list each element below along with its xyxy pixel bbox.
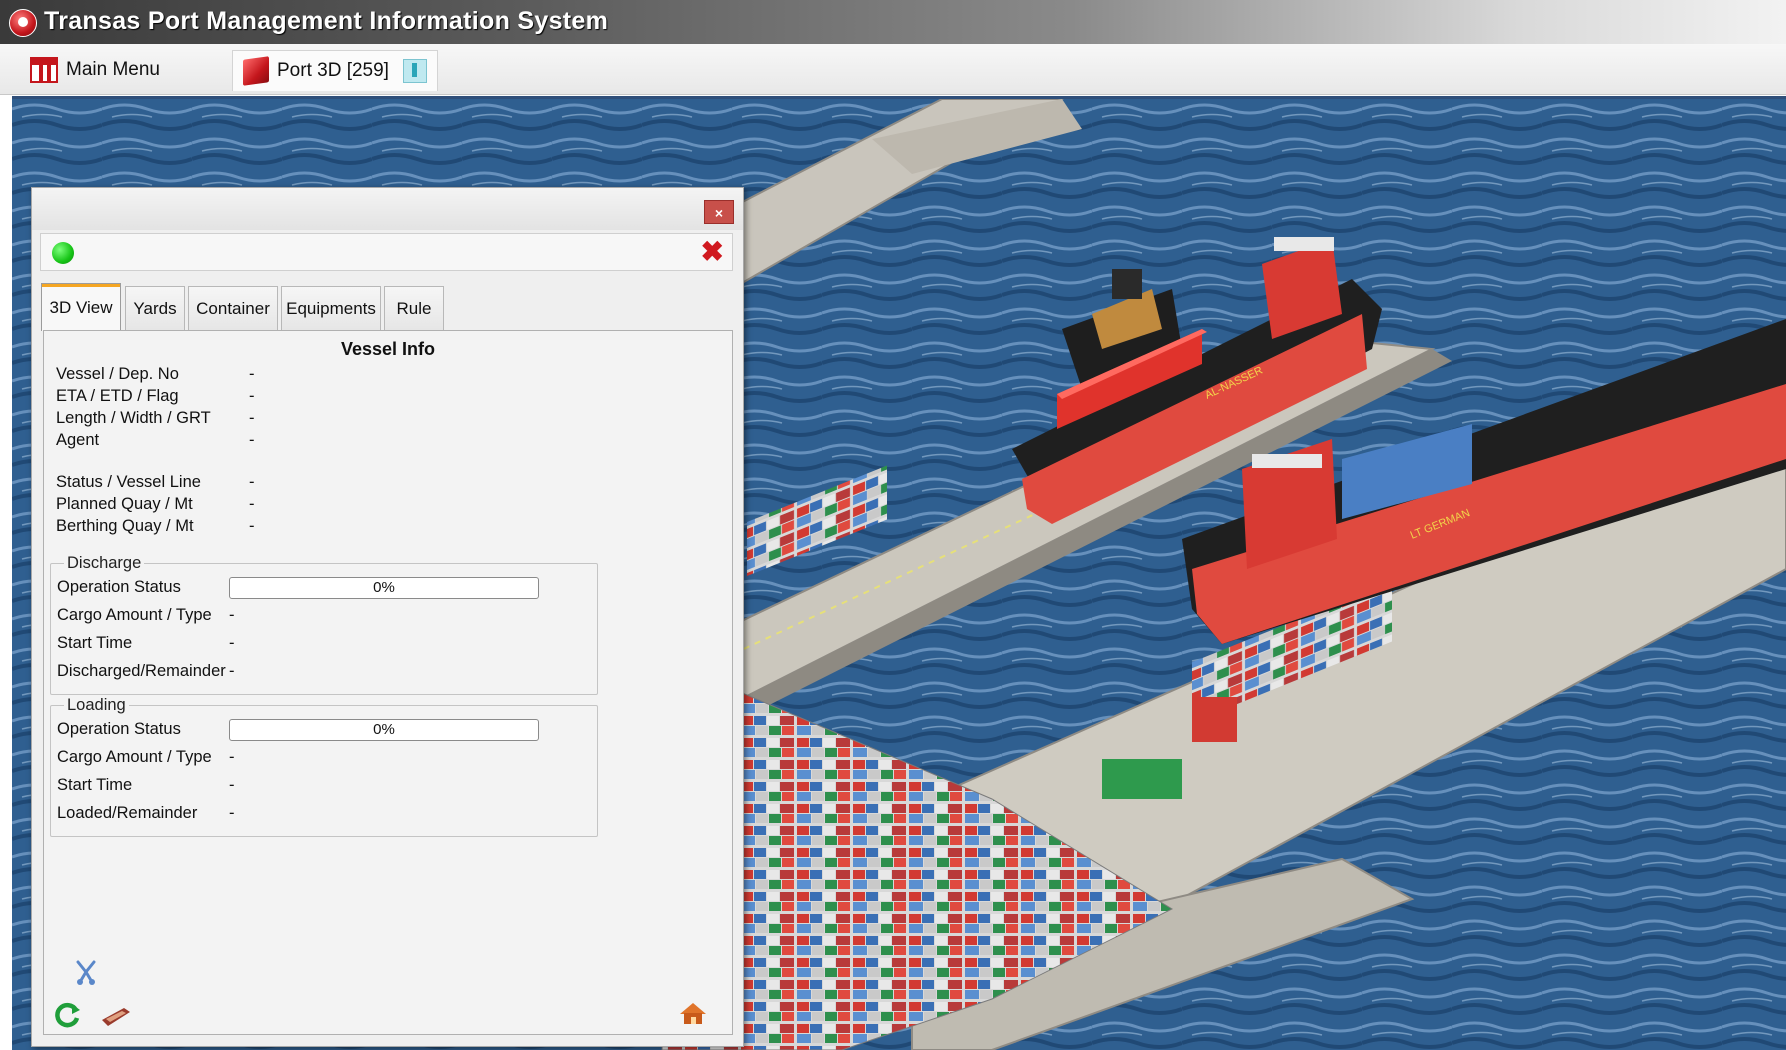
agent-label: Agent [56, 431, 100, 449]
loaded-remainder-label: Loaded/Remainder [57, 804, 198, 822]
window-title: Transas Port Management Information Syst… [44, 7, 609, 35]
tab-3d-view[interactable]: 3D View [41, 283, 121, 331]
loading-operation-status-label: Operation Status [57, 720, 181, 738]
discharge-group: Discharge Operation Status 0% Cargo Amou… [50, 554, 598, 695]
discharge-start-time-label: Start Time [57, 634, 133, 652]
discharged-remainder-label: Discharged/Remainder [57, 662, 226, 680]
document-tab-strip: Main Menu Port 3D [259] [0, 44, 1786, 95]
loading-start-time-label: Start Time [57, 776, 133, 794]
main-menu-icon [30, 57, 58, 83]
ship-icon[interactable] [100, 1004, 132, 1028]
status-vessel-line-value: - [249, 473, 255, 491]
loading-group-title: Loading [64, 696, 129, 715]
tab-content-3d-view: Vessel Info Vessel / Dep. No - ETA / ETD… [43, 330, 733, 1035]
tab-port-3d[interactable]: Port 3D [259] [232, 50, 438, 91]
refresh-icon[interactable] [52, 1000, 82, 1030]
loading-start-time-value: - [229, 776, 235, 794]
discharge-start-time-value: - [229, 634, 235, 652]
eta-etd-flag-label: ETA / ETD / Flag [56, 387, 179, 405]
tab-rule[interactable]: Rule [384, 286, 444, 330]
status-green-light-icon [52, 242, 74, 264]
tab-label: Main Menu [66, 59, 160, 80]
status-row: ✖ [40, 233, 733, 271]
status-vessel-line-label: Status / Vessel Line [56, 473, 201, 491]
tab-equipments[interactable]: Equipments [281, 286, 381, 330]
berthing-quay-label: Berthing Quay / Mt [56, 517, 194, 535]
pin-icon[interactable] [402, 59, 427, 83]
length-width-grt-value: - [249, 409, 255, 427]
tab-main-menu[interactable]: Main Menu [30, 50, 160, 90]
tab-yards[interactable]: Yards [125, 286, 185, 330]
wrench-icon[interactable] [72, 958, 100, 986]
agent-value: - [249, 431, 255, 449]
close-x-icon[interactable]: ✖ [701, 236, 724, 268]
loaded-remainder-value: - [229, 804, 235, 822]
loading-cargo-value: - [229, 748, 235, 766]
discharge-progress-text: 0% [373, 579, 395, 596]
discharge-group-title: Discharge [64, 554, 145, 573]
discharge-cargo-value: - [229, 606, 235, 624]
vessel-info-title: Vessel Info [340, 339, 436, 359]
vessel-dep-no-value: - [249, 365, 255, 383]
loading-cargo-label: Cargo Amount / Type [57, 748, 212, 766]
vessel-info-panel: × ✖ 3D View Yards Container Equipments R… [31, 187, 744, 1047]
home-icon[interactable] [678, 1000, 708, 1026]
panel-close-button[interactable]: × [704, 200, 734, 224]
discharge-progress-bar: 0% [229, 577, 539, 599]
title-bar: Transas Port Management Information Syst… [0, 0, 1786, 44]
loading-progress-text: 0% [373, 721, 395, 738]
vessel-dep-no-label: Vessel / Dep. No [56, 365, 179, 383]
cube-icon [243, 56, 269, 86]
length-width-grt-label: Length / Width / GRT [56, 409, 211, 427]
discharge-operation-status-label: Operation Status [57, 578, 181, 596]
app-icon [9, 9, 37, 37]
planned-quay-value: - [249, 495, 255, 513]
berthing-quay-value: - [249, 517, 255, 535]
discharge-cargo-label: Cargo Amount / Type [57, 606, 212, 624]
eta-etd-flag-value: - [249, 387, 255, 405]
discharged-remainder-value: - [229, 662, 235, 680]
tab-label: Port 3D [259] [277, 60, 389, 81]
panel-header[interactable]: × [32, 188, 743, 230]
loading-group: Loading Operation Status 0% Cargo Amount… [50, 696, 598, 837]
loading-progress-bar: 0% [229, 719, 539, 741]
tab-container[interactable]: Container [188, 286, 278, 330]
planned-quay-label: Planned Quay / Mt [56, 495, 193, 513]
